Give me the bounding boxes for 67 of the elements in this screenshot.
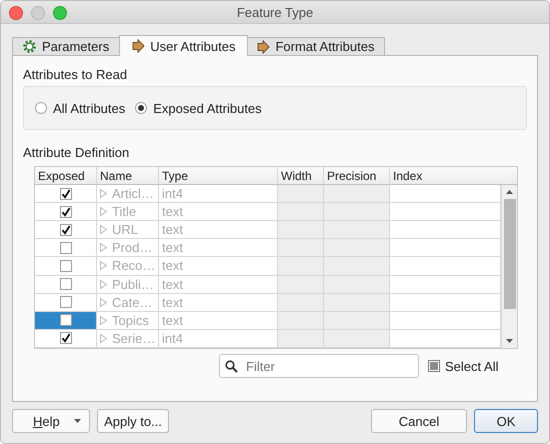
checkbox[interactable] (60, 224, 72, 236)
scroll-up-icon[interactable] (506, 190, 513, 194)
table-cell (278, 221, 324, 240)
name-cell: Topics (112, 312, 149, 328)
arrow-icon (257, 40, 270, 54)
table-cell (324, 221, 390, 240)
name-cell: Reco… (112, 258, 156, 274)
minimize-button[interactable] (31, 6, 45, 20)
ok-button[interactable]: OK (474, 409, 538, 433)
table-cell (324, 276, 390, 294)
name-cell: Serie… (112, 330, 156, 346)
table-cell (324, 257, 390, 276)
scroll-down-icon[interactable] (506, 339, 513, 343)
apply-to-button[interactable]: Apply to... (97, 409, 169, 433)
table-cell (324, 312, 390, 330)
table-cell (278, 239, 324, 258)
arrow-icon (132, 39, 146, 53)
scrollbar[interactable] (501, 185, 517, 348)
table-cell (278, 276, 324, 294)
name-cell: Prod… (112, 240, 152, 256)
checkbox[interactable] (60, 314, 72, 326)
table-cell (324, 203, 390, 222)
checkbox-label: Select All (445, 358, 498, 374)
close-button[interactable] (9, 6, 23, 20)
table-cell (324, 294, 390, 312)
name-cell: Title (112, 204, 136, 220)
name-cell: Articl… (112, 186, 154, 202)
checkbox[interactable] (60, 206, 72, 218)
table-cell (324, 239, 390, 258)
name-cell: Publi… (112, 276, 154, 292)
radio-label: All Attributes (53, 100, 126, 116)
table-cell (278, 312, 324, 330)
radio-button[interactable] (135, 102, 148, 114)
checkbox[interactable] (60, 188, 72, 200)
table-cell (324, 330, 390, 348)
name-cell: Cate… (112, 294, 152, 310)
cancel-button[interactable]: Cancel (371, 409, 467, 433)
radio-button[interactable] (35, 102, 47, 114)
select-all-checkbox[interactable] (428, 360, 440, 372)
tab[interactable]: User Attributes (119, 35, 248, 56)
gear-icon (22, 39, 37, 54)
help-button[interactable]: Help (12, 409, 90, 433)
column-header[interactable]: Type (159, 167, 278, 185)
tab[interactable]: Parameters (12, 37, 120, 55)
checkbox[interactable] (60, 278, 72, 290)
checkbox[interactable] (60, 242, 72, 254)
search-icon (225, 360, 238, 373)
table-cell (278, 185, 324, 204)
section-title: Attribute Definition (23, 145, 130, 160)
table-cell (278, 330, 324, 348)
radio-label: Exposed Attributes (153, 100, 262, 116)
filter-field[interactable]: Filter (219, 354, 419, 378)
table-cell (324, 185, 390, 204)
checkbox[interactable] (60, 332, 72, 344)
checkbox[interactable] (60, 296, 72, 308)
section-title: Attributes to Read (23, 67, 128, 82)
caret-icon (74, 419, 81, 423)
table-cell (278, 257, 324, 276)
table-cell (278, 203, 324, 222)
window-title: Feature Type (236, 4, 314, 20)
checkbox[interactable] (60, 260, 72, 272)
column-header[interactable]: Name (97, 167, 159, 185)
zoom-button[interactable] (53, 6, 67, 20)
column-header[interactable]: Exposed (35, 167, 97, 185)
name-cell: URL (112, 222, 138, 238)
table-cell (278, 294, 324, 312)
tab[interactable]: Format Attributes (247, 37, 386, 55)
